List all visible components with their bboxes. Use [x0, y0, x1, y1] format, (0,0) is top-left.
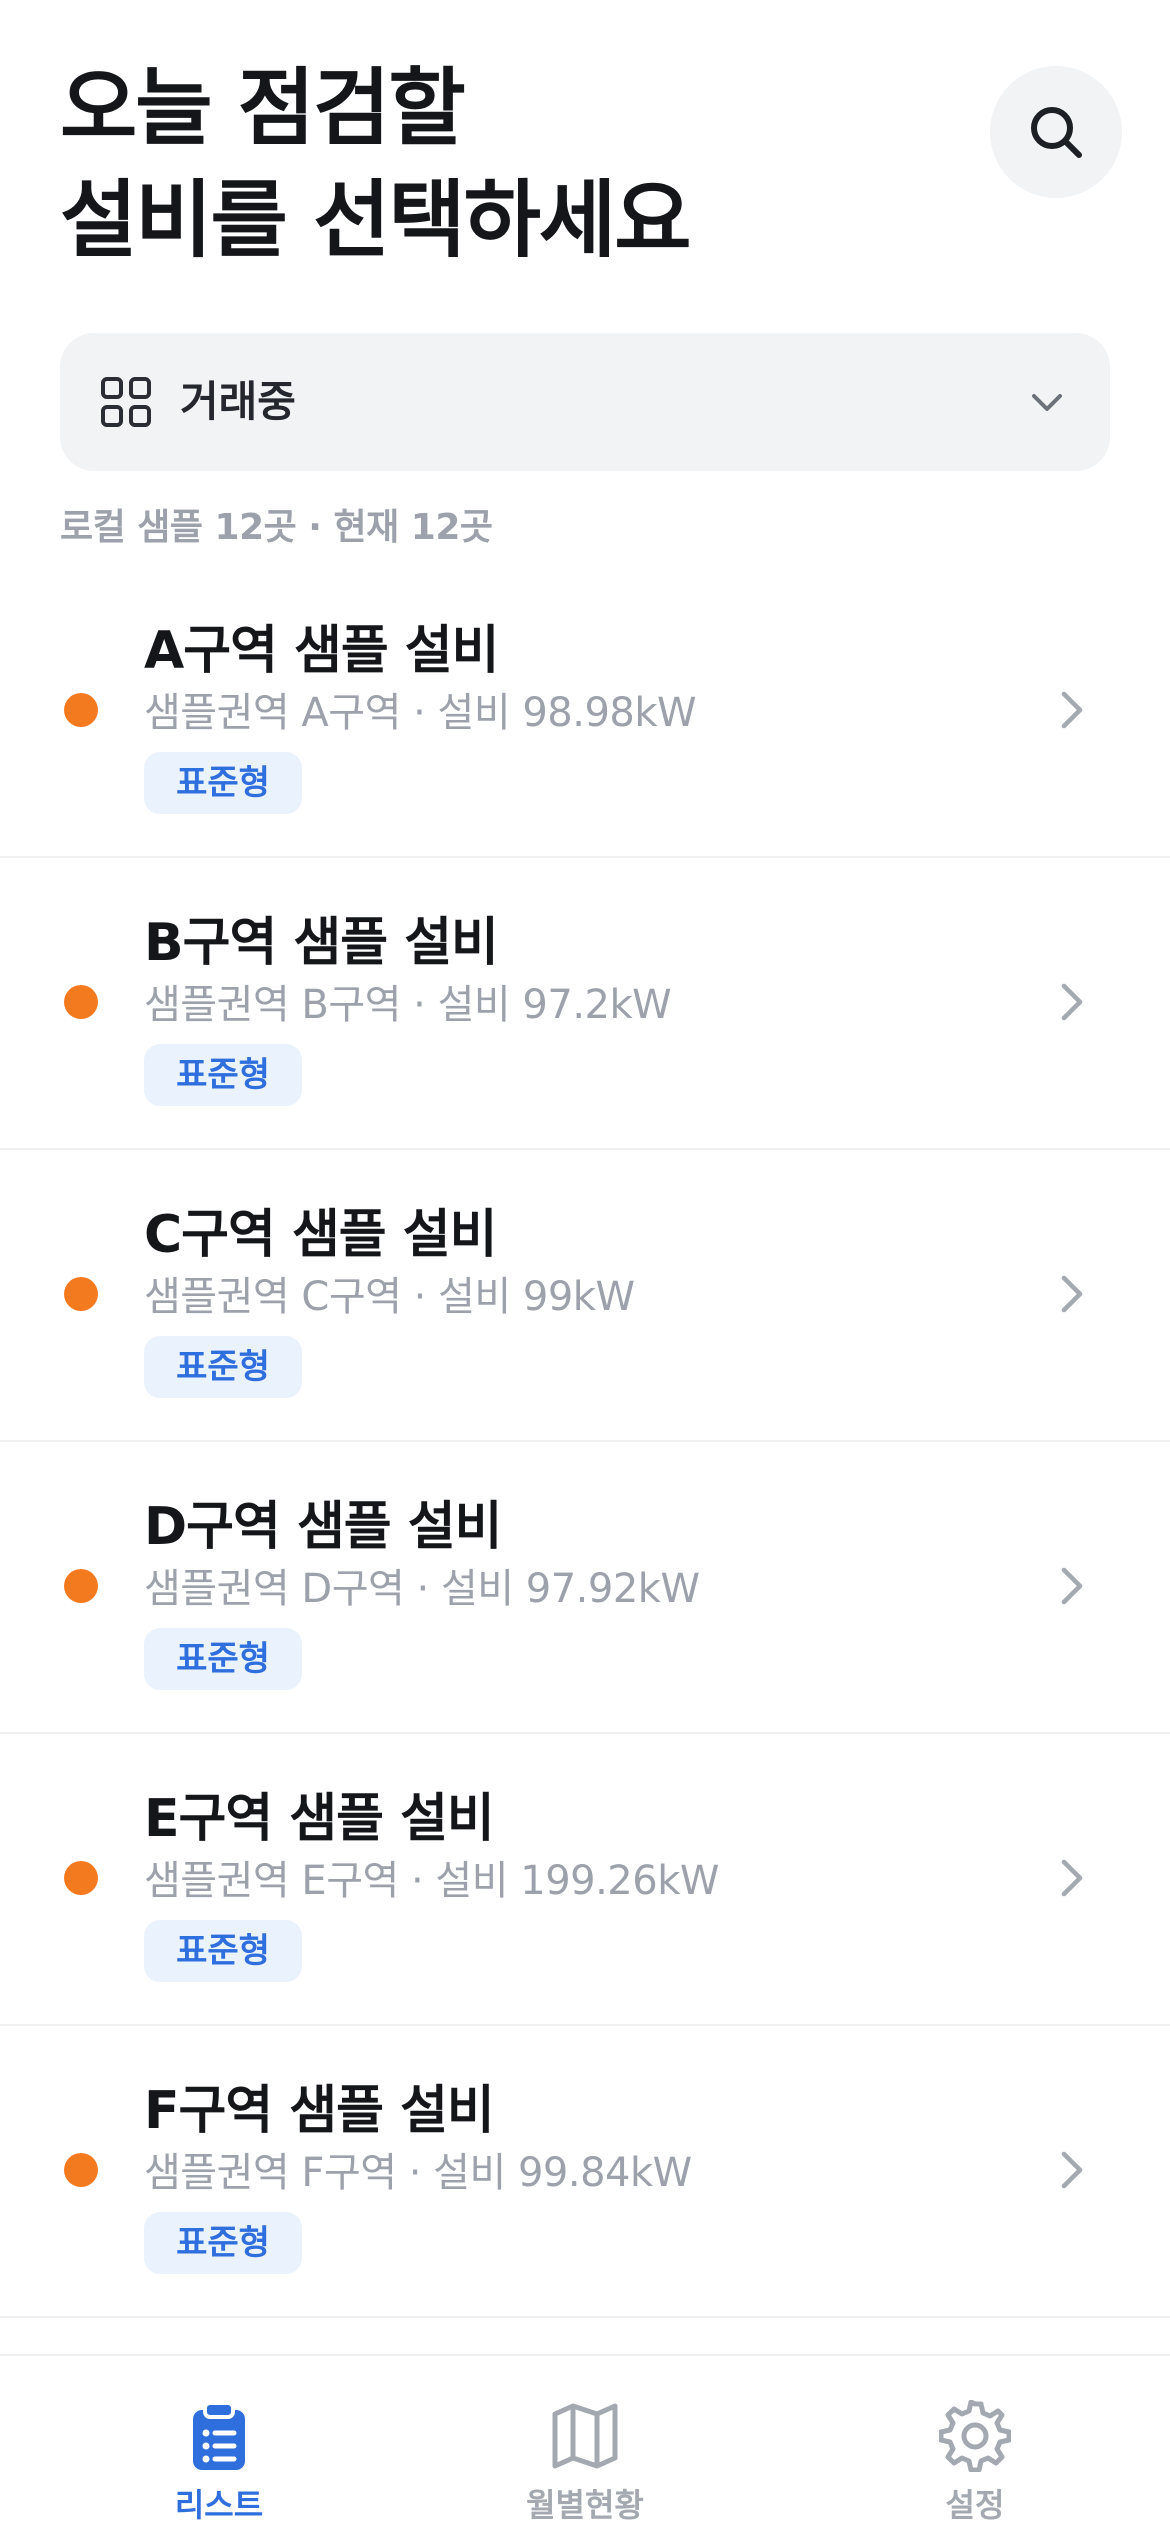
status-dot: [64, 693, 98, 727]
page-title-line-2: 설비를 선택하세요: [60, 171, 692, 269]
page-header: 오늘 점검할 설비를 선택하세요: [60, 52, 940, 276]
facility-list: A구역 샘플 설비 샘플권역 A구역 · 설비 98.98kW 표준형 B구역 …: [0, 566, 1170, 2318]
tab-monthly-status[interactable]: 월별현황: [465, 2356, 705, 2534]
grid-icon: [101, 377, 151, 427]
facility-list-item[interactable]: C구역 샘플 설비 샘플권역 C구역 · 설비 99kW 표준형: [0, 1150, 1170, 1442]
chevron-right-icon: [1061, 2151, 1083, 2189]
facility-type-badge: 표준형: [144, 2212, 302, 2274]
facility-list-item[interactable]: E구역 샘플 설비 샘플권역 E구역 · 설비 199.26kW 표준형: [0, 1734, 1170, 2026]
facility-name: F구역 샘플 설비: [144, 2081, 495, 2141]
facility-type-badge: 표준형: [144, 1044, 302, 1106]
facility-list-item[interactable]: B구역 샘플 설비 샘플권역 B구역 · 설비 97.2kW 표준형: [0, 858, 1170, 1150]
facility-type-badge: 표준형: [144, 1336, 302, 1398]
status-dot: [64, 1569, 98, 1603]
tab-list[interactable]: 리스트: [99, 2356, 339, 2534]
tab-settings[interactable]: 설정: [855, 2356, 1095, 2534]
facility-list-item[interactable]: F구역 샘플 설비 샘플권역 F구역 · 설비 99.84kW 표준형: [0, 2026, 1170, 2318]
facility-list-item[interactable]: A구역 샘플 설비 샘플권역 A구역 · 설비 98.98kW 표준형: [0, 566, 1170, 858]
facility-name: A구역 샘플 설비: [144, 621, 499, 681]
facility-name: C구역 샘플 설비: [144, 1205, 497, 1265]
facility-subtitle: 샘플권역 F구역 · 설비 99.84kW: [144, 2150, 692, 2196]
facility-name: E구역 샘플 설비: [144, 1789, 495, 1849]
filter-selected-value: 거래중: [180, 377, 296, 426]
chevron-right-icon: [1061, 1567, 1083, 1605]
tab-settings-label: 설정: [945, 2486, 1005, 2524]
facility-type-badge: 표준형: [144, 1628, 302, 1690]
facility-name: D구역 샘플 설비: [144, 1497, 502, 1557]
status-dot: [64, 1861, 98, 1895]
facility-type-badge: 표준형: [144, 752, 302, 814]
map-icon: [552, 2403, 618, 2469]
gear-icon: [939, 2400, 1011, 2472]
page-title-line-1: 오늘 점검할: [60, 59, 466, 157]
status-filter-dropdown[interactable]: 거래중: [60, 333, 1110, 471]
facility-subtitle: 샘플권역 C구역 · 설비 99kW: [144, 1274, 635, 1320]
status-dot: [64, 1277, 98, 1311]
facility-subtitle: 샘플권역 B구역 · 설비 97.2kW: [144, 982, 672, 1028]
facility-subtitle: 샘플권역 D구역 · 설비 97.92kW: [144, 1566, 700, 1612]
search-button[interactable]: [990, 66, 1122, 198]
chevron-right-icon: [1061, 1275, 1083, 1313]
facility-subtitle: 샘플권역 E구역 · 설비 199.26kW: [144, 1858, 719, 1904]
search-icon: [1031, 107, 1082, 158]
chevron-down-icon: [1032, 394, 1062, 411]
facility-subtitle: 샘플권역 A구역 · 설비 98.98kW: [144, 690, 697, 736]
chevron-right-icon: [1061, 1859, 1083, 1897]
facility-list-item[interactable]: D구역 샘플 설비 샘플권역 D구역 · 설비 97.92kW 표준형: [0, 1442, 1170, 1734]
facility-name: B구역 샘플 설비: [144, 913, 499, 973]
facility-type-badge: 표준형: [144, 1920, 302, 1982]
tab-list-label: 리스트: [174, 2486, 264, 2524]
bottom-tab-bar: 리스트 월별현황 설정: [0, 2354, 1170, 2534]
clipboard-list-icon: [193, 2401, 245, 2470]
status-dot: [64, 2153, 98, 2187]
chevron-right-icon: [1061, 691, 1083, 729]
chevron-right-icon: [1061, 983, 1083, 1021]
tab-monthly-status-label: 월별현황: [526, 2486, 644, 2524]
status-dot: [64, 985, 98, 1019]
facility-count-summary: 로컬 샘플 12곳 · 현재 12곳: [60, 507, 493, 548]
